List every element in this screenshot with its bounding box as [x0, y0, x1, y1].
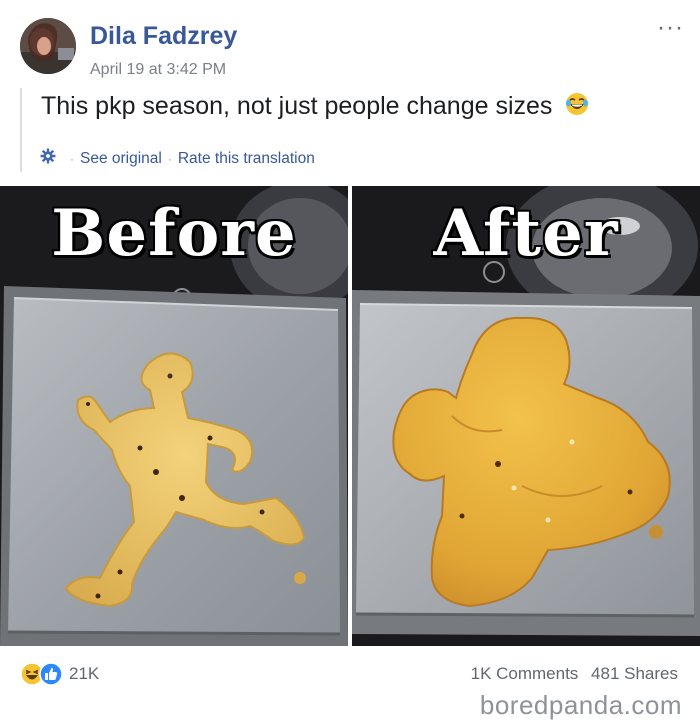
separator-dot: ·: [70, 151, 74, 166]
rate-translation-link[interactable]: Rate this translation: [178, 150, 315, 168]
after-photo[interactable]: After: [352, 186, 700, 646]
gear-icon[interactable]: [40, 148, 56, 169]
before-photo[interactable]: Before: [0, 186, 348, 646]
post-stats: 1K Comments 481 Shares: [471, 664, 678, 684]
translation-links: · See original · Rate this translation: [40, 148, 315, 169]
boredpanda-watermark: boredpanda.com: [479, 690, 682, 720]
avatar[interactable]: [20, 18, 76, 74]
reactions-summary[interactable]: 21K: [20, 662, 99, 686]
see-original-link[interactable]: See original: [80, 150, 162, 168]
reaction-count: 21K: [69, 664, 100, 683]
author-name[interactable]: Dila Fadzrey: [90, 22, 237, 51]
post-timestamp[interactable]: April 19 at 3:42 PM: [90, 61, 226, 79]
like-icon: [39, 662, 63, 686]
before-label: Before: [51, 196, 297, 271]
separator-dot: ·: [167, 151, 172, 166]
shares-count[interactable]: 481 Shares: [591, 664, 678, 683]
more-options-icon[interactable]: ···: [657, 14, 684, 42]
facebook-post: Dila Fadzrey April 19 at 3:42 PM ··· Thi…: [0, 0, 700, 725]
comments-count[interactable]: 1K Comments: [471, 664, 579, 683]
after-label: After: [433, 196, 619, 271]
post-text: This pkp season, not just people change …: [41, 92, 553, 121]
laughing-crying-emoji-icon: [565, 92, 589, 123]
translation-quote-bar: [20, 88, 22, 172]
post-text-block: This pkp season, not just people change …: [41, 92, 589, 123]
